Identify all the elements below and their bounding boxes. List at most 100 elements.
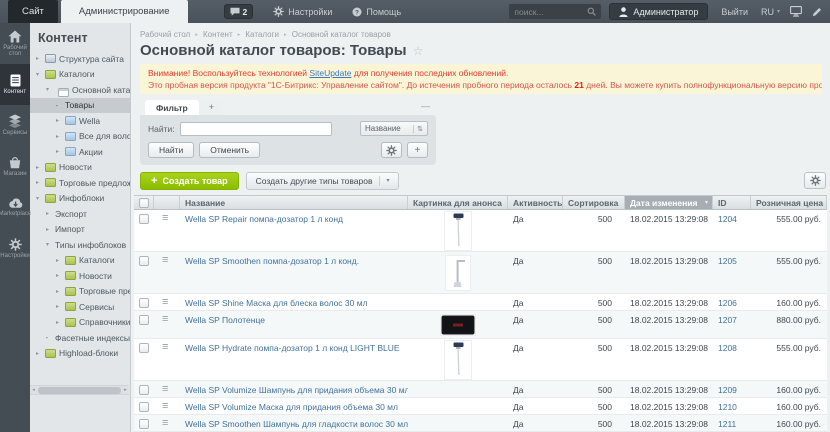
breadcrumb-item[interactable]: Контент [203, 30, 233, 39]
filter-field-select[interactable]: Название ⇅ [360, 121, 428, 136]
column-header-active[interactable]: Активность [508, 196, 563, 209]
tree-expand-icon[interactable]: ▸ [46, 226, 55, 233]
product-id-link[interactable]: 1204 [718, 214, 737, 224]
product-id-link[interactable]: 1205 [718, 256, 737, 266]
tree-item[interactable]: ▸Справочники [30, 315, 130, 331]
column-header-name[interactable]: Название [180, 196, 408, 209]
row-actions-menu-icon[interactable]: ≡ [162, 296, 168, 308]
rail-item-marketplace[interactable]: Marketplace [0, 187, 30, 228]
tree-expand-icon[interactable]: ▸ [56, 319, 65, 326]
tree-item[interactable]: ▸Торговые предложения [30, 284, 130, 300]
desktop-icon[interactable] [790, 6, 802, 17]
add-filter-field-button[interactable]: + [407, 142, 428, 158]
product-name-link[interactable]: Wella SP Repair помпа-дозатор 1 л конд [185, 214, 343, 224]
tree-expand-icon[interactable]: ▸ [56, 133, 65, 140]
tab-site[interactable]: Сайт [8, 0, 58, 23]
row-actions-menu-icon[interactable]: ≡ [162, 254, 168, 266]
product-name-link[interactable]: Wella SP Volumize Шампунь для придания о… [185, 385, 408, 395]
row-actions-menu-icon[interactable]: ≡ [162, 212, 168, 224]
find-button[interactable]: Найти [148, 142, 194, 158]
edit-pencil-icon[interactable] [812, 7, 822, 17]
rail-item-settings[interactable]: Настройки [0, 228, 30, 269]
column-header-modified[interactable]: Дата изменения▾ [625, 196, 713, 209]
row-checkbox[interactable] [139, 256, 149, 266]
product-name-link[interactable]: Wella SP Hydrate помпа-дозатор 1 л конд … [185, 343, 400, 353]
filter-find-input[interactable] [180, 122, 332, 136]
topbar-settings-button[interactable]: Настройки [273, 6, 332, 17]
favorite-star-icon[interactable]: ☆ [413, 44, 424, 58]
tree-item[interactable]: ▸Highload-блоки [30, 346, 130, 362]
notifications-button[interactable]: 2 [224, 4, 254, 19]
tree-item[interactable]: ▾Основной каталог товаров [30, 82, 130, 98]
siteupdate-link[interactable]: SiteUpdate [309, 68, 351, 78]
rail-item-content[interactable]: Контент [0, 64, 30, 105]
tree-expand-icon[interactable]: ▸ [36, 350, 45, 357]
topbar-search[interactable] [509, 4, 601, 19]
tree-expand-icon[interactable]: ▾ [36, 71, 45, 78]
scroll-right-arrow[interactable]: ▸ [122, 387, 129, 393]
product-name-link[interactable]: Wella SP Полотенце [185, 315, 265, 325]
row-actions-menu-icon[interactable]: ≡ [162, 341, 168, 353]
column-header-id[interactable]: ID [713, 196, 751, 209]
product-name-link[interactable]: Wella SP Shine Маска для блеска волос 30… [185, 298, 368, 308]
create-product-button[interactable]: + Создать товар [140, 172, 239, 190]
product-id-link[interactable]: 1210 [718, 402, 737, 412]
tree-item[interactable]: ▸Импорт [30, 222, 130, 238]
select-all-cell[interactable] [134, 196, 154, 209]
row-checkbox[interactable] [139, 298, 149, 308]
tree-item[interactable]: ▸Акции [30, 144, 130, 160]
language-selector[interactable]: RU ▾ [761, 7, 780, 17]
product-name-link[interactable]: Wella SP Volumize Маска для придания объ… [185, 402, 398, 412]
row-actions-menu-icon[interactable]: ≡ [162, 400, 168, 412]
product-name-link[interactable]: Wella SP Smoothen Шампунь для гладкости … [185, 419, 408, 429]
tree-expand-icon[interactable]: ▸ [36, 55, 45, 62]
column-header-price[interactable]: Розничная цена [751, 196, 827, 209]
logout-link[interactable]: Выйти [721, 7, 748, 17]
cancel-button[interactable]: Отменить [199, 142, 260, 158]
add-filter-tab-button[interactable]: + [201, 100, 222, 115]
tree-expand-icon[interactable]: ▾ [36, 195, 45, 202]
tree-item[interactable]: ▸Торговые предложения [30, 175, 130, 191]
tree-expand-icon[interactable]: ▸ [36, 164, 45, 171]
breadcrumb-item[interactable]: Основной каталог товаров [292, 30, 391, 39]
product-id-link[interactable]: 1207 [718, 315, 737, 325]
scrollbar-thumb[interactable] [38, 387, 121, 394]
tree-item[interactable]: ▪Фасетные индексы [30, 330, 130, 346]
tree-item[interactable]: ▸Новости [30, 160, 130, 176]
tree-item[interactable]: ▸Структура сайта [30, 51, 130, 67]
product-id-link[interactable]: 1209 [718, 385, 737, 395]
row-actions-menu-icon[interactable]: ≡ [162, 313, 168, 325]
tree-expand-icon[interactable]: ▸ [56, 257, 65, 264]
row-actions-menu-icon[interactable]: ≡ [162, 417, 168, 429]
collapse-filter-icon[interactable]: — [421, 101, 430, 111]
scroll-left-arrow[interactable]: ◂ [30, 387, 37, 393]
tree-item[interactable]: ▸Экспорт [30, 206, 130, 222]
tree-item[interactable]: ▾Типы инфоблоков [30, 237, 130, 253]
tab-admin[interactable]: Администрирование [61, 0, 188, 23]
tree-item[interactable]: ▸Каталоги [30, 253, 130, 269]
row-checkbox[interactable] [139, 214, 149, 224]
create-other-types-button[interactable]: Создать другие типы товаров ▾ [246, 172, 400, 190]
tree-expand-icon[interactable]: ▸ [56, 117, 65, 124]
topbar-help-button[interactable]: ? Помощь [352, 7, 401, 17]
tree-item[interactable]: ▸Сервисы [30, 299, 130, 315]
column-header-picture[interactable]: Картинка для анонса [408, 196, 508, 209]
breadcrumb-item[interactable]: Рабочий стол [140, 30, 190, 39]
product-id-link[interactable]: 1208 [718, 343, 737, 353]
rail-item-shop[interactable]: Магазин [0, 146, 30, 187]
filter-settings-button[interactable] [381, 142, 402, 158]
tree-item[interactable]: ▸Все для волос [30, 129, 130, 145]
tree-expand-icon[interactable]: ▸ [56, 303, 65, 310]
tree-expand-icon[interactable]: ▸ [56, 272, 65, 279]
tree-expand-icon[interactable]: ▸ [46, 210, 55, 217]
row-checkbox[interactable] [139, 402, 149, 412]
rail-item-desktop[interactable]: Рабочий стол [0, 23, 30, 64]
grid-settings-button[interactable] [804, 172, 826, 189]
tree-item[interactable]: ▸Wella [30, 113, 130, 129]
tree-expand-icon[interactable]: ▸ [56, 288, 65, 295]
row-actions-menu-icon[interactable]: ≡ [162, 383, 168, 395]
row-checkbox[interactable] [139, 315, 149, 325]
tree-item[interactable]: ▾Инфоблоки [30, 191, 130, 207]
tree-expand-icon[interactable]: ▸ [56, 148, 65, 155]
filter-tab[interactable]: Фильтр [145, 100, 199, 115]
